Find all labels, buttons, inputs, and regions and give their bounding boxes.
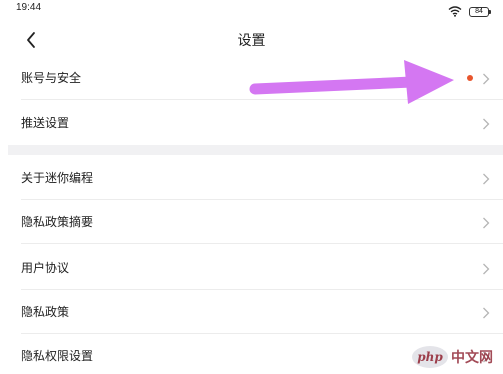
settings-item-label: 隐私权限设置 (21, 349, 94, 363)
watermark-text: 中文网 (451, 350, 493, 366)
php-logo: php (412, 346, 448, 368)
divider (21, 243, 503, 244)
divider (21, 99, 503, 100)
header: 设置 (0, 24, 503, 56)
status-bar: 19:44 84 (0, 0, 503, 17)
watermark: php 中文网 (412, 346, 493, 368)
settings-item-label: 推送设置 (21, 116, 70, 130)
chevron-right-icon (481, 71, 491, 85)
settings-item-user-agreement[interactable]: 用户协议 (0, 246, 503, 290)
notification-dot (467, 75, 473, 81)
chevron-right-icon (481, 171, 491, 185)
page-title: 设置 (237, 33, 266, 49)
settings-item-privacy-summary[interactable]: 隐私政策摘要 (0, 200, 503, 244)
chevron-right-icon (481, 261, 491, 275)
settings-item-privacy-policy[interactable]: 隐私政策 (0, 290, 503, 334)
settings-item-label: 关于迷你编程 (21, 171, 94, 185)
settings-item-push[interactable]: 推送设置 (0, 101, 503, 145)
chevron-right-icon (481, 116, 491, 130)
settings-item-label: 用户协议 (21, 261, 70, 275)
settings-item-about[interactable]: 关于迷你编程 (0, 156, 503, 200)
section-separator (8, 145, 503, 155)
battery-icon: 84 (469, 6, 491, 17)
settings-page: 19:44 84 设置 账号与安全 推送设置 关于迷你编程 隐私政策摘要 用户协… (0, 0, 503, 374)
wifi-icon (448, 2, 462, 21)
status-time: 19:44 (16, 2, 42, 13)
settings-item-label: 账号与安全 (21, 71, 82, 85)
status-icons: 84 (448, 2, 491, 21)
settings-item-label: 隐私政策摘要 (21, 215, 94, 229)
settings-item-account-security[interactable]: 账号与安全 (0, 56, 503, 100)
chevron-right-icon (481, 215, 491, 229)
settings-item-label: 隐私政策 (21, 305, 70, 319)
chevron-right-icon (481, 305, 491, 319)
